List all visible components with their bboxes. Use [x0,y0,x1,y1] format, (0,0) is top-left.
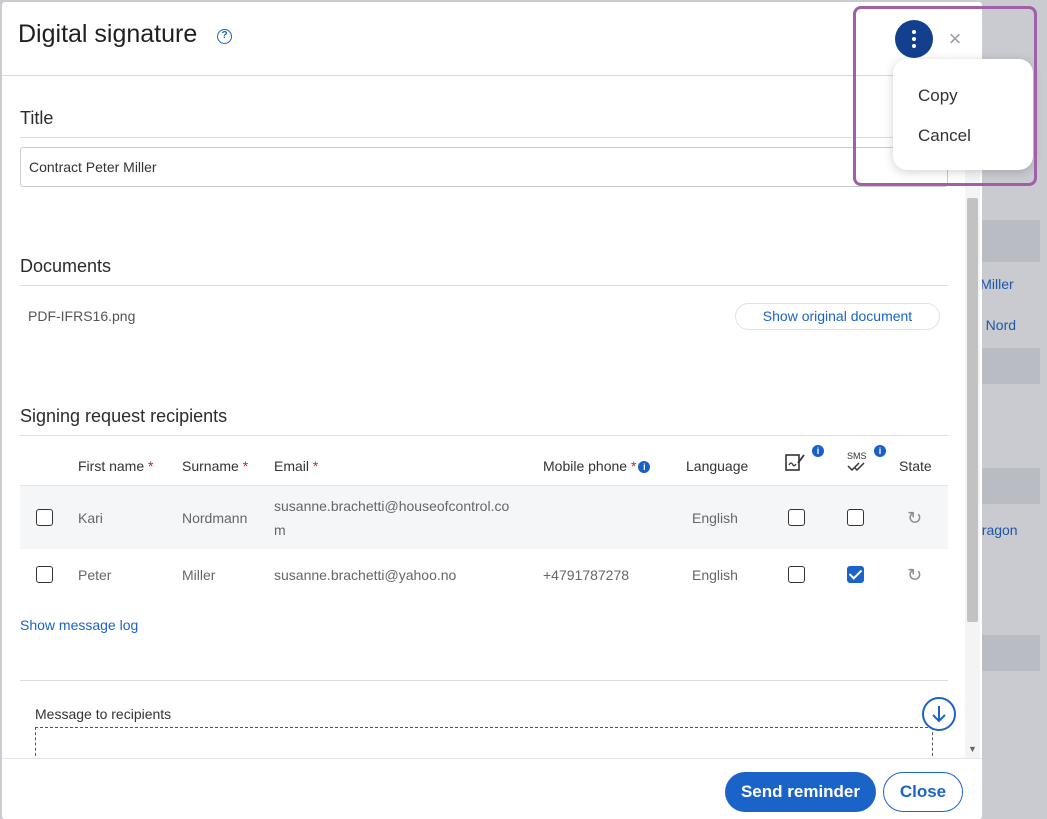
highlight-frame [853,6,1037,186]
required-marker: * [312,458,319,474]
table-row [20,549,948,601]
title-section-label: Title [20,108,54,128]
column-header-label: Surname [182,458,239,474]
info-icon[interactable]: i [812,445,824,457]
row-select-checkbox[interactable] [36,566,53,583]
column-header-state: State [899,458,932,474]
email-cell: susanne.brachetti@yahoo.no [274,567,457,583]
message-textarea[interactable] [35,727,933,757]
double-check-icon [847,462,865,472]
language-cell: English [692,567,738,583]
table-row [20,485,948,549]
info-icon[interactable]: i [874,445,886,457]
column-header-label: Mobile phone [543,458,628,474]
scroll-down-arrow-icon[interactable]: ▼ [968,744,977,754]
required-marker: * [148,458,154,474]
required-marker: * [630,458,637,474]
column-header-label: Email [274,458,310,474]
column-header-sms[interactable]: SMS i [847,445,886,473]
signature-checkbox[interactable] [788,566,805,583]
column-header-surname[interactable]: Surname * [182,458,248,474]
column-header-label: Language [686,458,749,474]
refresh-icon[interactable]: ↻ [907,509,925,527]
info-icon[interactable]: i [638,461,651,474]
email-cell-wrap: m [274,522,286,538]
sms-label: SMS [847,451,867,461]
dialog-title: Digital signature [18,20,198,48]
sms-checkbox[interactable] [847,566,864,583]
show-message-log-link[interactable]: Show message log [20,617,138,633]
dialog-footer: Send reminder Close [2,758,982,819]
divider [20,435,948,436]
row-select-checkbox[interactable] [36,509,53,526]
first-name-cell: Kari [78,510,103,526]
surname-cell: Nordmann [182,510,248,526]
scroll-down-button[interactable] [922,697,956,731]
dialog-body: Title Contract Peter Miller Documents PD… [2,77,982,757]
mobile-cell: +4791787278 [543,567,630,583]
arrow-down-icon [932,706,946,723]
first-name-cell: Peter [78,567,112,583]
column-header-first-name[interactable]: First name * [78,458,153,474]
title-input[interactable]: Contract Peter Miller [20,147,948,187]
column-header-label: State [899,458,932,474]
documents-section-label: Documents [20,256,112,276]
close-button[interactable]: Close [883,772,963,812]
scrollbar-thumb[interactable] [967,198,978,622]
dialog-header: Digital signature ? × [2,2,982,76]
message-label: Message to recipients [35,706,172,722]
column-header-language[interactable]: Language [686,458,748,474]
send-reminder-button[interactable]: Send reminder [725,772,876,812]
sms-checkbox[interactable] [847,509,864,526]
divider [20,137,948,138]
show-original-document-button[interactable]: Show original document [735,303,940,330]
digital-signature-dialog: Digital signature ? × Title Contract Pet… [2,2,982,819]
divider [20,285,948,286]
recipients-section-label: Signing request recipients [20,406,228,426]
divider [20,680,948,681]
language-cell: English [692,510,738,526]
help-icon[interactable]: ? [217,29,232,44]
surname-cell: Miller [182,567,216,583]
email-cell: susanne.brachetti@houseofcontrol.co [274,498,510,514]
column-header-signature[interactable]: i [784,445,824,476]
column-header-email[interactable]: Email * [274,458,318,474]
column-header-mobile-phone[interactable]: Mobile phone * i [543,458,651,474]
signature-checkbox[interactable] [788,509,805,526]
column-header-label: First name [78,458,145,474]
document-file-name: PDF-IFRS16.png [28,308,136,324]
signature-document-icon [785,454,805,471]
required-marker: * [242,458,249,474]
refresh-icon[interactable]: ↻ [907,566,925,584]
